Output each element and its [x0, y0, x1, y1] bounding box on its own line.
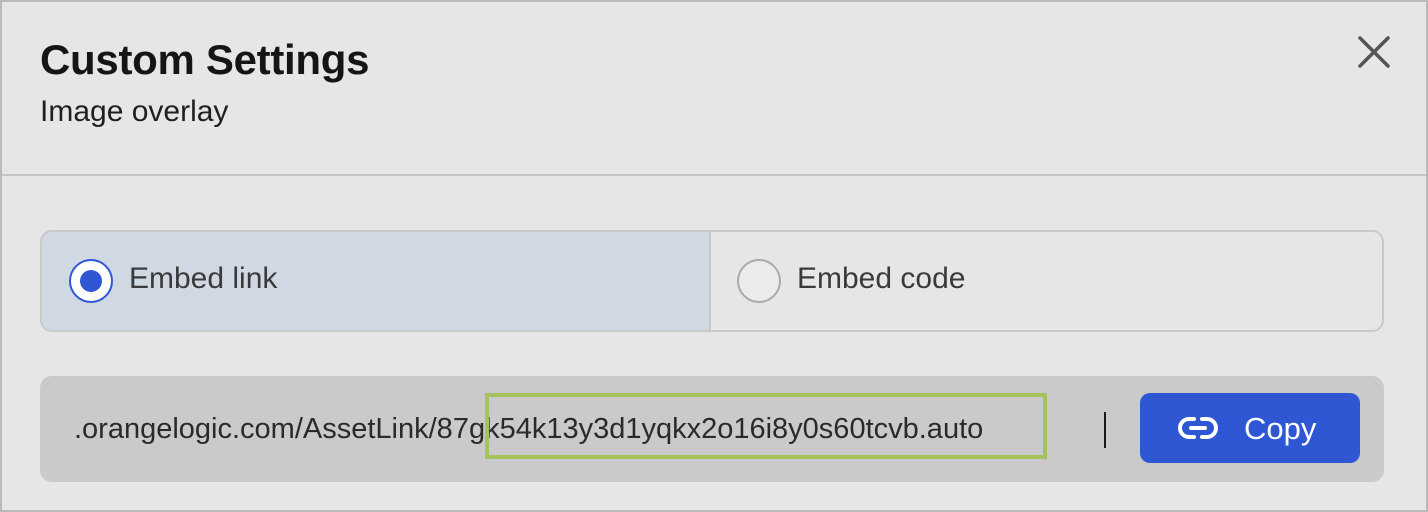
radio-unselected-icon[interactable]: [737, 259, 781, 303]
dialog-title: Custom Settings: [40, 36, 370, 83]
copy-button-label: Copy: [1244, 411, 1317, 446]
custom-settings-dialog: Custom Settings Image overlay Embed link…: [0, 0, 1428, 512]
link-icon: [1178, 410, 1218, 446]
dialog-subtitle: Image overlay: [40, 95, 229, 128]
embed-code-label: Embed code: [797, 262, 966, 295]
embed-type-selector: Embed link Embed code: [40, 230, 1384, 332]
embed-link-value[interactable]: .orangelogic.com/AssetLink/87gk54k13y3d1…: [74, 413, 983, 446]
copy-button[interactable]: Copy: [1140, 393, 1360, 463]
embed-code-option[interactable]: Embed code: [711, 232, 1382, 330]
close-icon[interactable]: [1352, 30, 1396, 74]
embed-link-label: Embed link: [129, 262, 278, 295]
embed-link-field[interactable]: .orangelogic.com/AssetLink/87gk54k13y3d1…: [40, 376, 1384, 482]
dialog-header: Custom Settings Image overlay: [2, 2, 1426, 176]
embed-link-option[interactable]: Embed link: [42, 232, 711, 330]
radio-selected-icon[interactable]: [69, 259, 113, 303]
text-caret: [1104, 412, 1106, 448]
